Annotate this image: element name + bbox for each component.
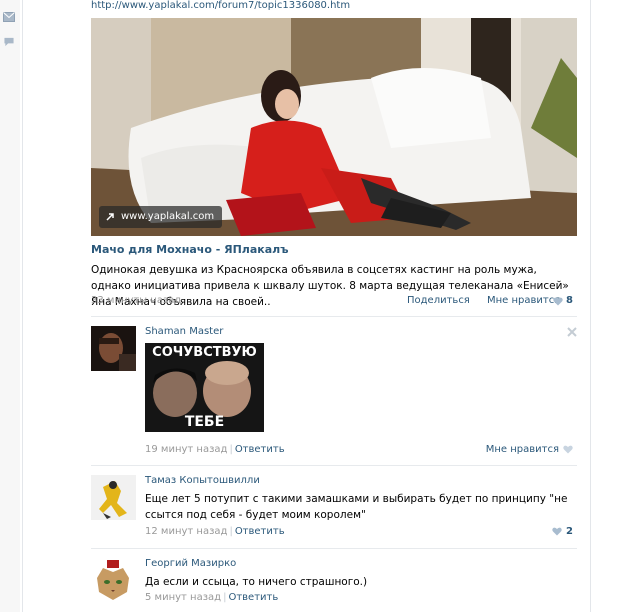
comment-item: Георгий Мазирко Да если и ссыца, то ниче…: [91, 558, 577, 608]
like-label: Мне нравится: [485, 444, 559, 455]
comment-footer: 12 минут назад | Ответить: [145, 526, 285, 537]
heart-icon: [563, 445, 573, 454]
photo-illustration: [91, 18, 577, 236]
left-sidebar: [0, 0, 20, 612]
comment-item: Тамаз Копытошвилли Еще лет 5 потупит с т…: [91, 475, 577, 539]
post-photo[interactable]: www.yaplakal.com: [91, 18, 577, 236]
avatar[interactable]: [91, 475, 136, 520]
reply-button[interactable]: Ответить: [228, 592, 278, 603]
meme-top-text: СОЧУВСТВУЮ: [152, 345, 257, 360]
comment-footer: 19 минут назад | Ответить: [145, 444, 285, 455]
meme-bottom-text: ТЕБЕ: [184, 414, 225, 430]
column-divider-left: [22, 0, 23, 612]
mail-icon[interactable]: [3, 12, 15, 22]
like-button[interactable]: Мне нравится: [487, 295, 560, 306]
heart-icon[interactable]: [553, 297, 563, 306]
column-divider-right: [590, 0, 591, 612]
post-timestamp[interactable]: 33 минуты назад: [91, 295, 181, 306]
comment-image[interactable]: СОЧУВСТВУЮ ТЕБЕ: [145, 343, 264, 432]
reply-button[interactable]: Ответить: [235, 444, 285, 455]
heart-icon: [552, 527, 562, 536]
comment-timestamp[interactable]: 19 минут назад: [145, 444, 227, 455]
chat-bubble-icon[interactable]: [3, 37, 15, 47]
post-source-link[interactable]: http://www.yaplakal.com/forum7/topic1336…: [91, 0, 350, 11]
divider: [91, 316, 577, 317]
like-button[interactable]: 2: [552, 526, 573, 537]
divider: [91, 548, 577, 549]
comment-item: Shaman Master СОЧУВСТВУЮ ТЕБЕ 19 минут н…: [91, 326, 577, 456]
comment-author[interactable]: Shaman Master: [145, 326, 223, 337]
comment-text: Да если и ссыца, то ничего страшного.): [145, 576, 368, 588]
comment-text: Еще лет 5 потупит с такими замашками и в…: [145, 493, 568, 521]
like-count: 2: [566, 526, 573, 537]
post-title-link[interactable]: Мачо для Мохначо - ЯПлакалъ: [91, 243, 288, 256]
comment-footer: 5 минут назад | Ответить: [145, 592, 279, 603]
external-link-icon: [106, 213, 114, 221]
comment-timestamp[interactable]: 12 минут назад: [145, 526, 227, 537]
photo-source-badge[interactable]: www.yaplakal.com: [99, 206, 223, 228]
share-button[interactable]: Поделиться: [407, 295, 470, 306]
comment-timestamp[interactable]: 5 минут назад: [145, 592, 221, 603]
photo-source-label: www.yaplakal.com: [121, 211, 215, 222]
comment-author[interactable]: Георгий Мазирко: [145, 558, 236, 569]
avatar[interactable]: [91, 558, 136, 603]
close-icon[interactable]: [567, 327, 577, 337]
like-button[interactable]: Мне нравится: [486, 444, 573, 455]
reply-button[interactable]: Ответить: [235, 526, 285, 537]
divider: [91, 465, 577, 466]
like-count: 8: [566, 295, 573, 306]
comment-author[interactable]: Тамаз Копытошвилли: [145, 475, 260, 486]
avatar[interactable]: [91, 326, 136, 371]
